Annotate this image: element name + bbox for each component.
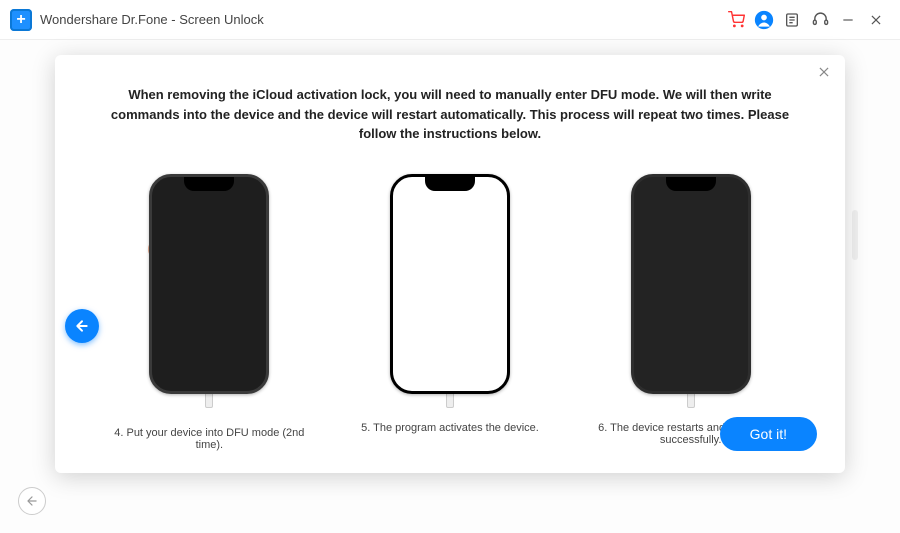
titlebar: + Wondershare Dr.Fone - Screen Unlock	[0, 0, 900, 40]
got-it-button[interactable]: Got it!	[720, 417, 817, 451]
instruction-modal: When removing the iCloud activation lock…	[55, 55, 845, 473]
step-6: 6. The device restarts and is unlocked s…	[581, 174, 801, 451]
close-window-button[interactable]	[862, 6, 890, 34]
window-title: Wondershare Dr.Fone - Screen Unlock	[40, 12, 264, 27]
background-page-edge	[852, 210, 858, 260]
minimize-button[interactable]	[834, 6, 862, 34]
phone-illustration-dfu	[149, 174, 269, 394]
modal-close-button[interactable]	[817, 65, 831, 84]
step-5: 5. The program activates the device.	[340, 174, 560, 451]
account-icon[interactable]	[750, 6, 778, 34]
app-logo-icon: +	[10, 9, 32, 31]
steps-row: 4. Put your device into DFU mode (2nd ti…	[89, 174, 811, 451]
instruction-text: When removing the iCloud activation lock…	[110, 85, 790, 144]
step-4-caption: 4. Put your device into DFU mode (2nd ti…	[99, 427, 319, 451]
back-button[interactable]	[18, 487, 46, 515]
phone-illustration-activate	[390, 174, 510, 394]
feedback-icon[interactable]	[778, 6, 806, 34]
phone-illustration-restart	[631, 174, 751, 394]
support-icon[interactable]	[806, 6, 834, 34]
prev-arrow-button[interactable]	[65, 309, 99, 343]
step-5-caption: 5. The program activates the device.	[340, 422, 560, 434]
step-4: 4. Put your device into DFU mode (2nd ti…	[99, 174, 319, 451]
cart-icon[interactable]	[722, 6, 750, 34]
